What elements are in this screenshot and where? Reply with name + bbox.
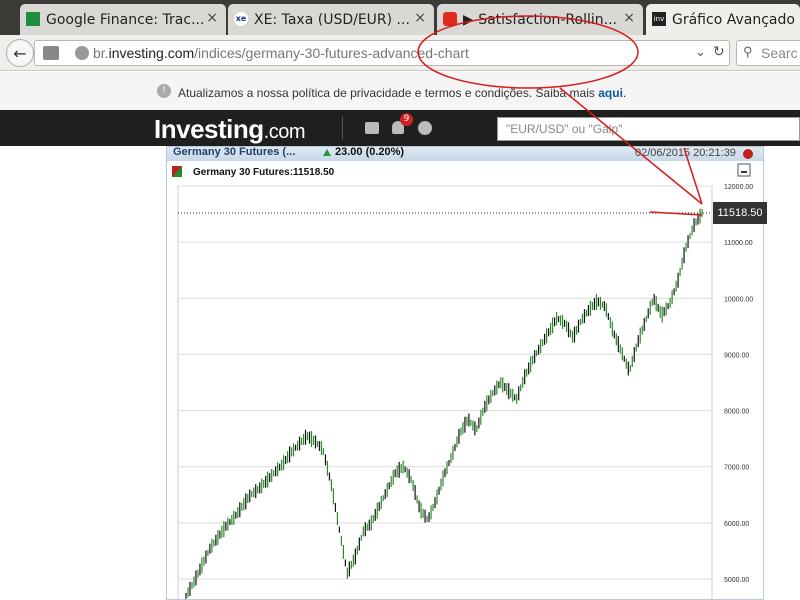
y-tick-label: 10000.00 (724, 296, 753, 303)
y-tick-label: 6000.00 (724, 521, 749, 528)
y-tick-label: 11000.00 (724, 240, 753, 247)
y-tick-label: 12000.00 (724, 184, 753, 191)
y-tick-label: 8000.00 (724, 409, 749, 416)
y-tick-label: 9000.00 (724, 352, 749, 359)
annotation-arrow (683, 147, 703, 205)
annotation-circle (417, 15, 639, 89)
annotation-arrow (559, 87, 703, 205)
plot-area (177, 185, 713, 600)
chart-grid (177, 185, 713, 600)
price-chart[interactable]: Germany 30 Futures:11518.50 12000.00 1100… (0, 0, 800, 600)
chart-legend: Germany 30 Futures:11518.50 (193, 167, 335, 178)
y-tick-label: 7000.00 (724, 465, 749, 472)
minimize-button[interactable] (737, 163, 751, 177)
current-price-label: 11518.50 (713, 202, 767, 224)
price-series (185, 208, 703, 599)
y-tick-label: 5000.00 (724, 577, 749, 584)
